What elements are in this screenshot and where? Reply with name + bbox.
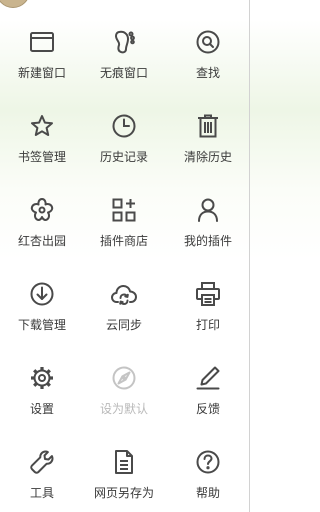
search-icon [194, 28, 222, 56]
find-button[interactable]: 查找 [166, 28, 250, 108]
help-icon [194, 448, 222, 476]
help-button[interactable]: 帮助 [166, 448, 250, 512]
cloud-sync-icon [110, 280, 138, 308]
history-label: 历史记录 [99, 150, 148, 164]
download-icon [28, 280, 56, 308]
wrench-icon [28, 448, 56, 476]
history-button[interactable]: 历史记录 [82, 112, 166, 192]
plugin-store-button[interactable]: 插件商店 [82, 196, 166, 276]
feedback-label: 反馈 [195, 402, 220, 416]
settings-label: 设置 [29, 402, 54, 416]
clock-icon [110, 112, 138, 140]
feedback-button[interactable]: 反馈 [166, 364, 250, 444]
new-window-label: 新建窗口 [17, 66, 66, 80]
trash-icon [194, 112, 222, 140]
new-window-button[interactable]: 新建窗口 [0, 28, 84, 108]
cloud-sync-label: 云同步 [105, 318, 142, 332]
bookmark-manager-button[interactable]: 书签管理 [0, 112, 84, 192]
star-icon [28, 112, 56, 140]
save-page-as-button[interactable]: 网页另存为 [82, 448, 166, 512]
my-plugins-label: 我的插件 [183, 234, 232, 248]
footprint-icon [110, 28, 138, 56]
bookmark-manager-label: 书签管理 [17, 150, 66, 164]
download-manager-label: 下载管理 [17, 318, 66, 332]
print-label: 打印 [195, 318, 220, 332]
settings-button[interactable]: 设置 [0, 364, 84, 444]
print-button[interactable]: 打印 [166, 280, 250, 360]
browser-menu-panel: 新建窗口 无痕窗口 查找 书签管理 历史记录 清除历史 红杏出园 插件商店 我的… [0, 0, 250, 512]
printer-icon [194, 280, 222, 308]
hongxing-label: 红杏出园 [17, 234, 66, 248]
flower-icon [28, 196, 56, 224]
help-label: 帮助 [195, 486, 220, 500]
tools-label: 工具 [29, 486, 54, 500]
tools-button[interactable]: 工具 [0, 448, 84, 512]
download-manager-button[interactable]: 下载管理 [0, 280, 84, 360]
gear-icon [28, 364, 56, 392]
hongxing-button[interactable]: 红杏出园 [0, 196, 84, 276]
clear-history-label: 清除历史 [183, 150, 232, 164]
apps-grid-icon [110, 196, 138, 224]
document-icon [110, 448, 138, 476]
cloud-sync-button[interactable]: 云同步 [82, 280, 166, 360]
my-plugins-button[interactable]: 我的插件 [166, 196, 250, 276]
set-default-button[interactable]: 设为默认 [82, 364, 166, 444]
set-default-label: 设为默认 [99, 402, 148, 416]
incognito-window-button[interactable]: 无痕窗口 [82, 28, 166, 108]
person-icon [194, 196, 222, 224]
incognito-window-label: 无痕窗口 [99, 66, 148, 80]
save-page-as-label: 网页另存为 [93, 486, 154, 500]
compass-icon [110, 364, 138, 392]
new-window-icon [28, 28, 56, 56]
pen-icon [194, 364, 222, 392]
clear-history-button[interactable]: 清除历史 [166, 112, 250, 192]
find-label: 查找 [195, 66, 220, 80]
plugin-store-label: 插件商店 [99, 234, 148, 248]
